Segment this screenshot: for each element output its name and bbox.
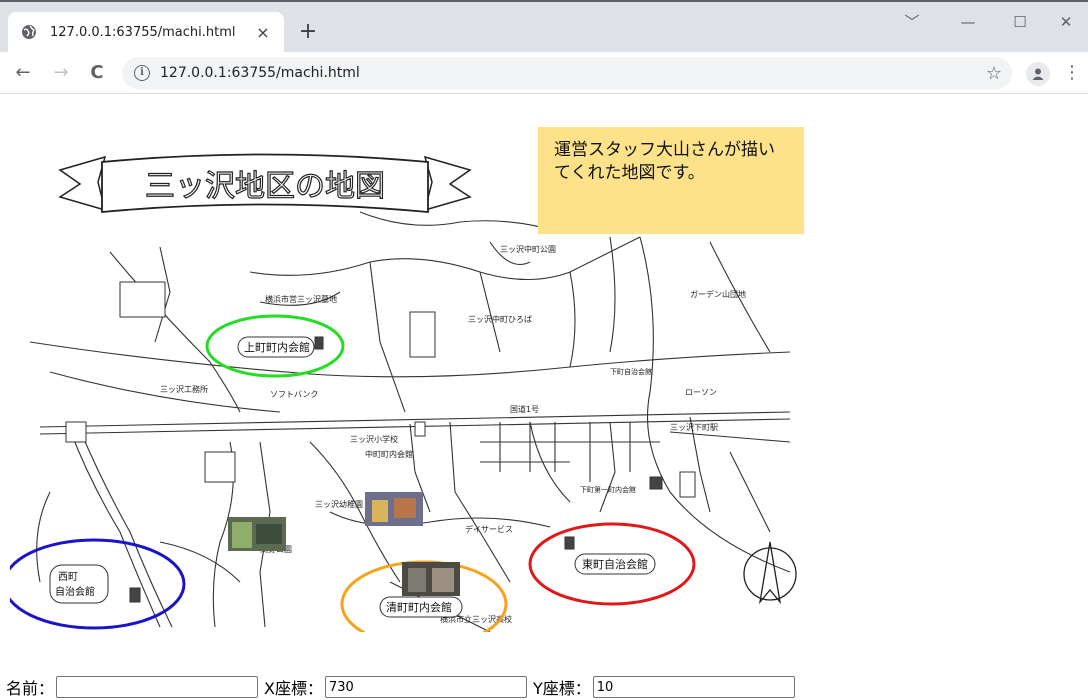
banner-title: 三ッ沢地区の地図 xyxy=(145,169,385,204)
tab-title: 127.0.0.1:63755/machi.html xyxy=(50,24,236,40)
coordinate-form: 名前： X座標： Y座標： xyxy=(0,675,1088,699)
x-coordinate-input[interactable] xyxy=(324,676,527,698)
label-koumusho: 三ッ沢工務所 xyxy=(160,384,208,394)
label-nakamachi-park: 三ッ沢中町公園 xyxy=(500,244,556,254)
minimize-button[interactable]: — xyxy=(948,8,988,36)
name-label: 名前： xyxy=(6,679,55,698)
url-text: 127.0.0.1:63755/machi.html xyxy=(160,65,360,81)
browser-chrome: 127.0.0.1:63755/machi.html × + ﹀ — ☐ ✕ ←… xyxy=(0,0,1088,94)
highlight-ellipses xyxy=(10,314,696,632)
back-button[interactable]: ← xyxy=(10,60,36,86)
label-route1: 国道1号 xyxy=(510,404,539,414)
hall-kamimachi: 上町町内会館 xyxy=(244,340,310,354)
label-cemetery: 横浜市営三ッ沢墓地 xyxy=(265,294,337,304)
north-arrow-icon xyxy=(743,541,797,605)
label-nakamachi-hall: 中町町内会館 xyxy=(365,449,413,459)
title-banner: 三ッ沢地区の地図 xyxy=(58,153,472,213)
hall-nishimachi: 西町 xyxy=(58,572,78,583)
hall-kiyomachi: 清町町内会館 xyxy=(386,600,452,614)
x-label: X座標： xyxy=(264,679,323,698)
browser-menu-icon[interactable]: ⋮ xyxy=(1062,60,1082,86)
y-coordinate-input[interactable] xyxy=(592,676,795,698)
label-kindergarten: 三ッ沢幼稚園 xyxy=(315,499,363,509)
label-shimomachi-station: 三ッ沢下町駅 xyxy=(670,423,718,432)
address-bar[interactable]: i 127.0.0.1:63755/machi.html ☆ xyxy=(122,57,1012,89)
name-input[interactable] xyxy=(56,676,259,698)
label-shimomachi-1: 下町第一町内会館 xyxy=(580,485,636,494)
person-icon xyxy=(1032,68,1044,80)
y-label: Y座標： xyxy=(532,679,591,698)
new-tab-button[interactable]: + xyxy=(296,20,320,44)
browser-toolbar: ← → C i 127.0.0.1:63755/machi.html ☆ ⋮ xyxy=(0,52,1088,94)
staff-note: 運営スタッフ大山さんが描いてくれた地図です。 xyxy=(538,127,804,234)
window-close-button[interactable]: ✕ xyxy=(1046,8,1086,36)
page-content: 三ッ沢地区の地図 横浜市営三ッ沢墓地 ガーデン山団地 三ッ沢中町公園 三ッ沢中町… xyxy=(0,92,1088,700)
reload-button[interactable]: C xyxy=(84,60,110,86)
label-garden-danchi: ガーデン山団地 xyxy=(690,289,746,299)
hall-higashimachi: 東町自治会館 xyxy=(582,557,648,571)
label-shimomachi-hall: 下町自治会館 xyxy=(610,367,652,376)
bookmark-star-icon[interactable]: ☆ xyxy=(986,63,1002,84)
label-elementary: 三ッ沢小学校 xyxy=(350,434,398,444)
tab-close-icon[interactable]: × xyxy=(254,23,272,42)
label-softbank: ソフトバンク xyxy=(270,390,318,399)
globe-icon xyxy=(20,23,38,41)
browser-tab[interactable]: 127.0.0.1:63755/machi.html × xyxy=(8,12,284,52)
tab-search-icon[interactable]: ﹀ xyxy=(892,8,932,36)
site-info-icon[interactable]: i xyxy=(134,65,150,81)
hall-nishimachi-sub: 自治会館 xyxy=(55,585,95,598)
profile-avatar[interactable] xyxy=(1026,62,1050,86)
maximize-button[interactable]: ☐ xyxy=(1000,8,1040,36)
label-nakamachi-hiroba: 三ッ沢中町ひろば xyxy=(468,314,532,324)
forward-button[interactable]: → xyxy=(48,60,74,86)
label-lawson: ローソン xyxy=(685,388,717,397)
label-dayservice: デイサービス xyxy=(465,524,513,534)
